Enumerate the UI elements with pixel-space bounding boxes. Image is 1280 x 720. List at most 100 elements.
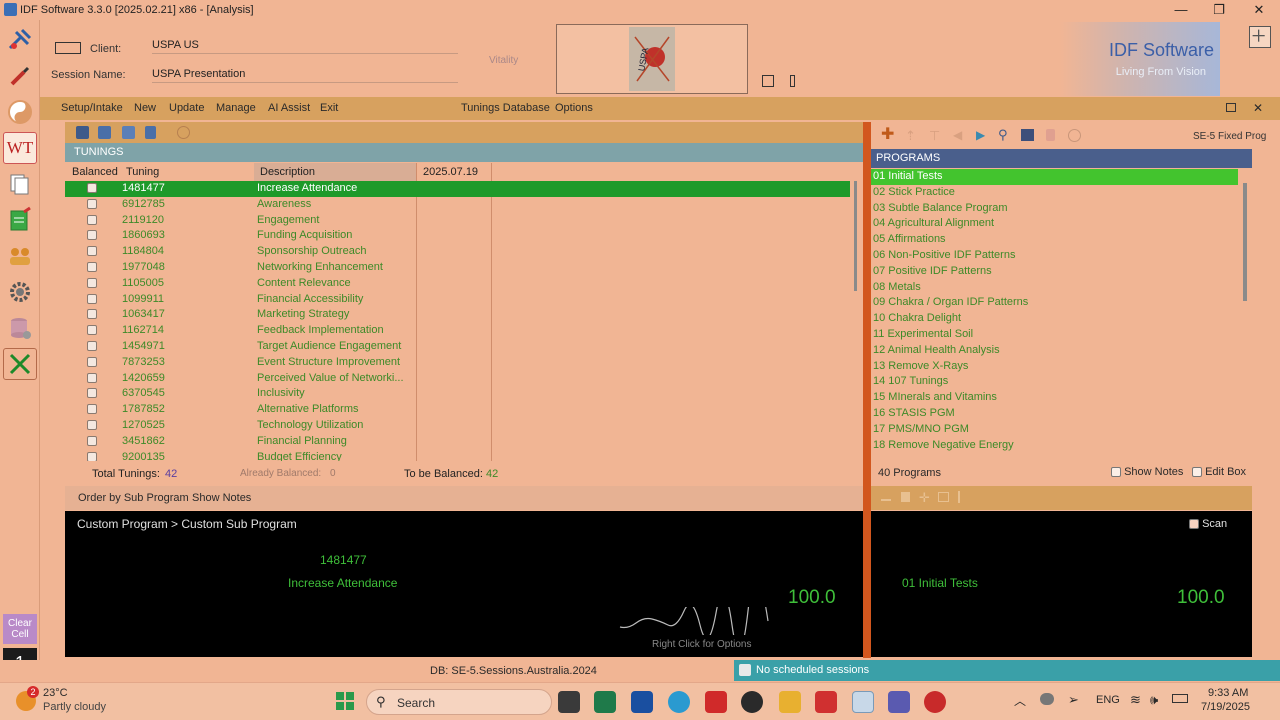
table-row[interactable]: 1454971 Target Audience Engagement [65, 339, 850, 355]
settings-gear-icon[interactable] [177, 126, 190, 139]
idf-app-icon[interactable] [852, 691, 874, 713]
notepad-icon[interactable] [3, 204, 37, 236]
balanced-checkbox[interactable] [87, 435, 97, 446]
list-item[interactable]: 02 Stick Practice [871, 185, 1241, 201]
mdi-close-icon[interactable]: ✕ [1253, 101, 1263, 115]
show-notes-button[interactable]: Show Notes [192, 492, 251, 504]
list-item[interactable]: 16 STASIS PGM [871, 406, 1241, 422]
list-item[interactable]: 07 Positive IDF Patterns [871, 264, 1241, 280]
phone-icon[interactable] [790, 75, 795, 87]
client-value[interactable]: USPA US [152, 39, 458, 54]
menu-options[interactable]: Options [555, 102, 593, 114]
order-by-sub-program-button[interactable]: Order by Sub Program [78, 492, 189, 504]
table-row[interactable]: 6912785 Awareness [65, 197, 850, 213]
show-notes-checkbox[interactable]: Show Notes [1111, 466, 1183, 478]
battery-icon[interactable] [1172, 694, 1188, 703]
close-x-icon[interactable] [3, 348, 37, 380]
scroll-thumb[interactable] [854, 181, 857, 291]
program-settings-icon[interactable] [1068, 129, 1081, 142]
balanced-checkbox[interactable] [87, 183, 97, 193]
table-row[interactable]: 7873253 Event Structure Improvement [65, 355, 850, 371]
balanced-checkbox[interactable] [87, 277, 97, 288]
table-row[interactable]: 3451862 Financial Planning [65, 434, 850, 450]
clock-date[interactable]: 7/19/2025 [1201, 701, 1250, 713]
balanced-checkbox[interactable] [87, 230, 97, 241]
yin-yang-icon[interactable] [3, 96, 37, 128]
send-icon[interactable]: ➢ [1068, 692, 1079, 708]
table-row[interactable]: 1787852 Alternative Platforms [65, 402, 850, 418]
powerpoint-icon[interactable] [924, 691, 946, 713]
balanced-checkbox[interactable] [87, 246, 97, 257]
table-row[interactable]: 9200135 Budget Efficiency [65, 450, 850, 461]
list-item[interactable]: 12 Animal Health Analysis [871, 343, 1241, 359]
balanced-checkbox[interactable] [87, 198, 97, 209]
windows-start-icon[interactable] [335, 691, 355, 711]
list-item[interactable]: 05 Affirmations [871, 232, 1241, 248]
lock-app-icon[interactable] [741, 691, 763, 713]
balanced-checkbox[interactable] [87, 388, 97, 399]
collapse-icon[interactable] [881, 493, 891, 501]
list-item[interactable]: 14 107 Tunings [871, 374, 1241, 390]
back-icon[interactable]: ◀ [953, 128, 962, 142]
balanced-checkbox[interactable] [87, 293, 97, 304]
col-description[interactable]: Description [260, 166, 315, 178]
table-row[interactable]: 1481477 Increase Attendance [65, 181, 850, 197]
col-balanced[interactable]: Balanced [72, 166, 118, 178]
balanced-checkbox[interactable] [87, 309, 97, 320]
volume-icon[interactable]: 🕪 [1150, 692, 1158, 708]
taskbar-search[interactable]: ⚲ Search [366, 689, 552, 715]
list-item[interactable]: 09 Chakra / Organ IDF Patterns [871, 295, 1241, 311]
restore-icon[interactable] [1226, 103, 1236, 112]
menu-ai-assist[interactable]: AI Assist [268, 102, 310, 114]
balanced-checkbox[interactable] [87, 261, 97, 272]
folder-icon[interactable] [779, 691, 801, 713]
menu-exit[interactable]: Exit [320, 102, 338, 114]
teams-icon[interactable] [888, 691, 910, 713]
columns-icon[interactable] [145, 126, 156, 139]
scan-checkbox[interactable]: Scan [1189, 518, 1227, 530]
expand-icon[interactable] [762, 75, 774, 87]
table-row[interactable]: 1099911 Financial Accessibility [65, 292, 850, 308]
trash-icon[interactable] [1046, 129, 1055, 141]
balanced-checkbox[interactable] [87, 325, 97, 336]
tray-chevron-icon[interactable]: ︿ [1014, 692, 1026, 709]
table-row[interactable]: 1063417 Marketing Strategy [65, 307, 850, 323]
menu-new[interactable]: New [134, 102, 156, 114]
balanced-checkbox[interactable] [87, 419, 97, 430]
documents-icon[interactable] [3, 168, 37, 200]
detail-list-icon[interactable] [122, 126, 135, 139]
wt-button[interactable]: WT [3, 132, 37, 164]
menu-update[interactable]: Update [169, 102, 204, 114]
list-item[interactable]: 15 MInerals and Vitamins [871, 390, 1241, 406]
col-date[interactable]: 2025.07.19 [423, 166, 478, 178]
list-item[interactable]: 10 Chakra Delight [871, 311, 1241, 327]
session-value[interactable]: USPA Presentation [152, 68, 458, 83]
anydesk-icon[interactable] [705, 691, 727, 713]
table-row[interactable]: 1105005 Content Relevance [65, 276, 850, 292]
balanced-checkbox[interactable] [87, 340, 97, 351]
list-item[interactable]: 17 PMS/MNO PGM [871, 422, 1241, 438]
table-row[interactable]: 1184804 Sponsorship Outreach [65, 244, 850, 260]
table-row[interactable]: 2119120 Engagement [65, 213, 850, 229]
excel-app-icon[interactable] [594, 691, 616, 713]
publisher-icon[interactable] [631, 691, 653, 713]
balanced-checkbox[interactable] [87, 356, 97, 367]
pin-icon[interactable] [3, 24, 37, 56]
save-icon[interactable] [76, 126, 89, 139]
clock-time[interactable]: 9:33 AM [1208, 687, 1248, 699]
gear-icon[interactable] [3, 276, 37, 308]
menu-setup[interactable]: Setup/Intake [61, 102, 123, 114]
people-icon[interactable] [3, 240, 37, 272]
wifi-icon[interactable]: ≋ [1130, 692, 1141, 708]
table-row[interactable]: 1977048 Networking Enhancement [65, 260, 850, 276]
dropper-icon[interactable] [3, 60, 37, 92]
balanced-checkbox[interactable] [87, 404, 97, 415]
table-row[interactable]: 6370545 Inclusivity [65, 386, 850, 402]
list-item[interactable]: 18 Remove Negative Energy [871, 438, 1241, 454]
upload-icon[interactable]: ⇡ [905, 128, 916, 144]
play-icon[interactable]: ▶ [976, 128, 985, 142]
minimize-button[interactable]: — [1166, 1, 1196, 19]
balanced-checkbox[interactable] [87, 372, 97, 383]
layout-icon[interactable] [1249, 26, 1271, 48]
close-button[interactable]: ✕ [1244, 1, 1274, 19]
